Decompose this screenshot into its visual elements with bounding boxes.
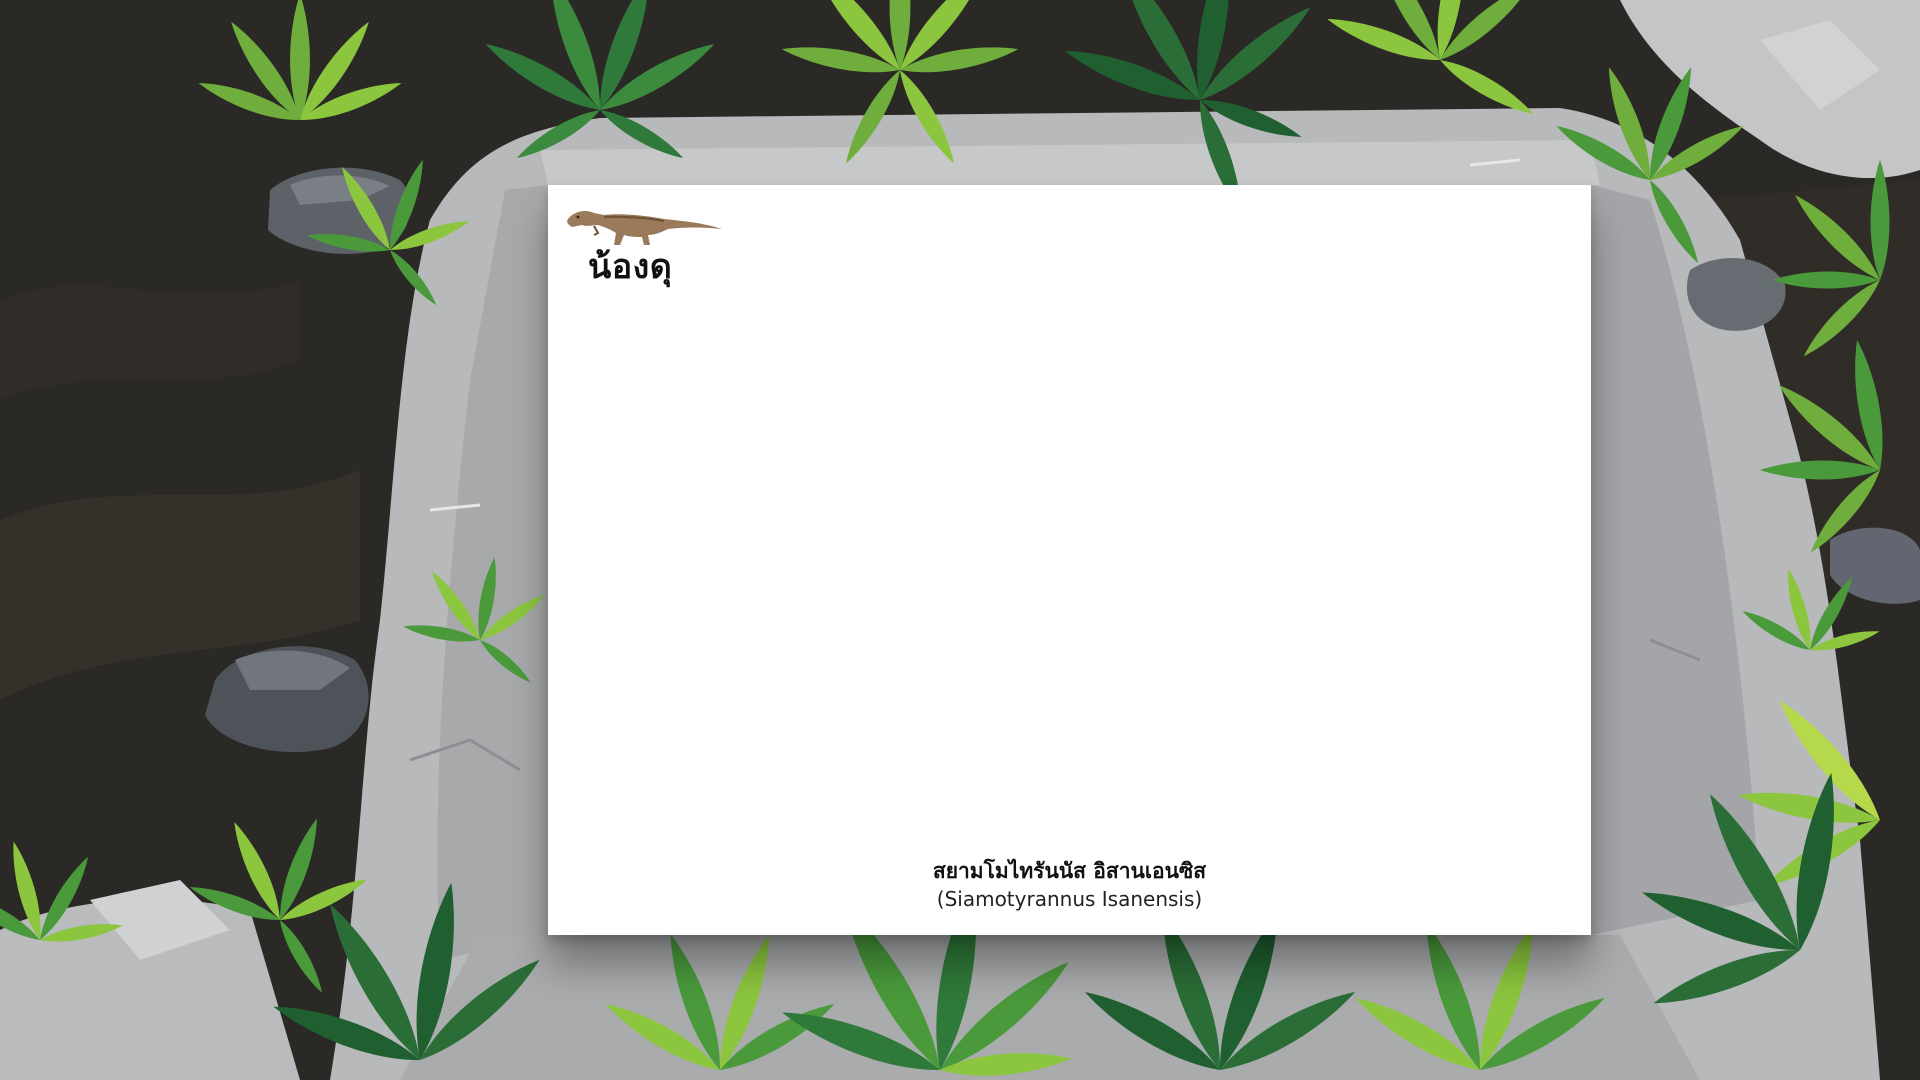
species-name-latin: (Siamotyrannus Isanensis) xyxy=(936,887,1203,911)
species-name-thai: สยามโมไทรันนัส อิสานเอนซิส xyxy=(932,859,1207,883)
logo-text: น้องดุ xyxy=(588,247,673,287)
scene: น้องดุ สยามโมไทรันนัส อิสานเอนซิส (Siamo… xyxy=(0,0,1920,1080)
species-caption: สยามโมไทรันนัส อิสานเอนซิส (Siamotyrannu… xyxy=(548,857,1591,913)
logo: น้องดุ xyxy=(564,199,734,319)
content-board: น้องดุ สยามโมไทรันนัส อิสานเอนซิส (Siamo… xyxy=(548,185,1591,935)
